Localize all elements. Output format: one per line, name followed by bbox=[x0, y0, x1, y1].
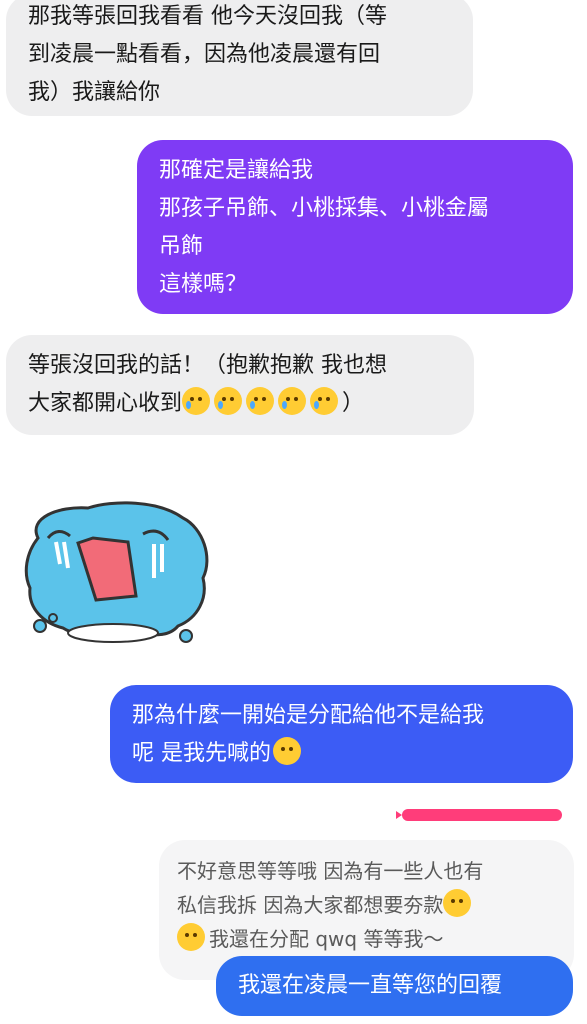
rolling-laughing-icon bbox=[177, 923, 205, 951]
sad-face-icon bbox=[273, 737, 301, 765]
message-bubble-incoming-2[interactable]: 等張沒回我的話！（抱歉抱歉 我也想 大家都開心收到 ） bbox=[6, 335, 474, 435]
message-text-line-with-emoji: 呢 是我先喊的 bbox=[132, 735, 573, 773]
crying-face-icon bbox=[246, 387, 275, 415]
crying-blue-creature-sticker[interactable] bbox=[18, 498, 218, 648]
message-bubble-outgoing-3[interactable]: 我還在凌晨一直等您的回覆 bbox=[216, 956, 573, 1016]
message-text-line: 這樣嗎？ bbox=[159, 272, 248, 297]
message-text-line: 等張沒回我的話！（抱歉抱歉 我也想 bbox=[28, 353, 387, 378]
crying-face-icon bbox=[278, 387, 307, 415]
message-text-line: 那為什麼一開始是分配給他不是給我 bbox=[132, 703, 485, 728]
rolling-laughing-icon bbox=[443, 889, 472, 917]
message-text-line: 那孩子吊飾、小桃採集、小桃金屬 bbox=[159, 196, 490, 221]
quoted-text-fragment: 我還在分配 qwq 等等我～ bbox=[209, 927, 444, 951]
quoted-text-line-with-emoji: 我還在分配 qwq 等等我～ bbox=[177, 922, 556, 956]
message-text-line: 那我等張回我看看 他今天沒回我（等 bbox=[28, 4, 387, 29]
message-text-line: 到凌晨一點看看，因為他凌晨還有回 bbox=[28, 42, 381, 67]
message-text-fragment: ） bbox=[342, 391, 365, 416]
message-text-fragment: 大家都開心收到 bbox=[28, 391, 183, 416]
message-bubble-incoming-1[interactable]: 那我等張回我看看 他今天沒回我（等 到凌晨一點看看，因為他凌晨還有回 我）我讓給… bbox=[6, 0, 473, 116]
message-text-line: 那確定是讓給我 bbox=[159, 158, 314, 183]
message-bubble-outgoing-2[interactable]: 那為什麼一開始是分配給他不是給我 呢 是我先喊的 bbox=[110, 685, 573, 783]
quoted-text-fragment: 私信我拆 因為大家都想要夯款 bbox=[177, 893, 444, 917]
crying-face-icon bbox=[182, 387, 211, 415]
message-text-line: 吊飾 bbox=[159, 234, 204, 259]
quoted-text-line-with-emoji: 私信我拆 因為大家都想要夯款 bbox=[177, 888, 556, 922]
crying-face-icon bbox=[214, 387, 243, 415]
crying-face-icon bbox=[310, 387, 339, 415]
message-text-fragment: 呢 是我先喊的 bbox=[132, 741, 271, 766]
message-text-line-with-emoji: 大家都開心收到 ） bbox=[28, 385, 474, 423]
reply-handle-marker bbox=[396, 809, 562, 821]
message-text-line: 我還在凌晨一直等您的回覆 bbox=[238, 973, 503, 998]
quoted-text-line: 不好意思等等哦 因為有一些人也有 bbox=[177, 859, 484, 883]
message-bubble-outgoing-1[interactable]: 那確定是讓給我 那孩子吊飾、小桃採集、小桃金屬 吊飾 這樣嗎？ bbox=[137, 140, 573, 314]
message-text-line: 我）我讓給你 bbox=[28, 80, 161, 105]
